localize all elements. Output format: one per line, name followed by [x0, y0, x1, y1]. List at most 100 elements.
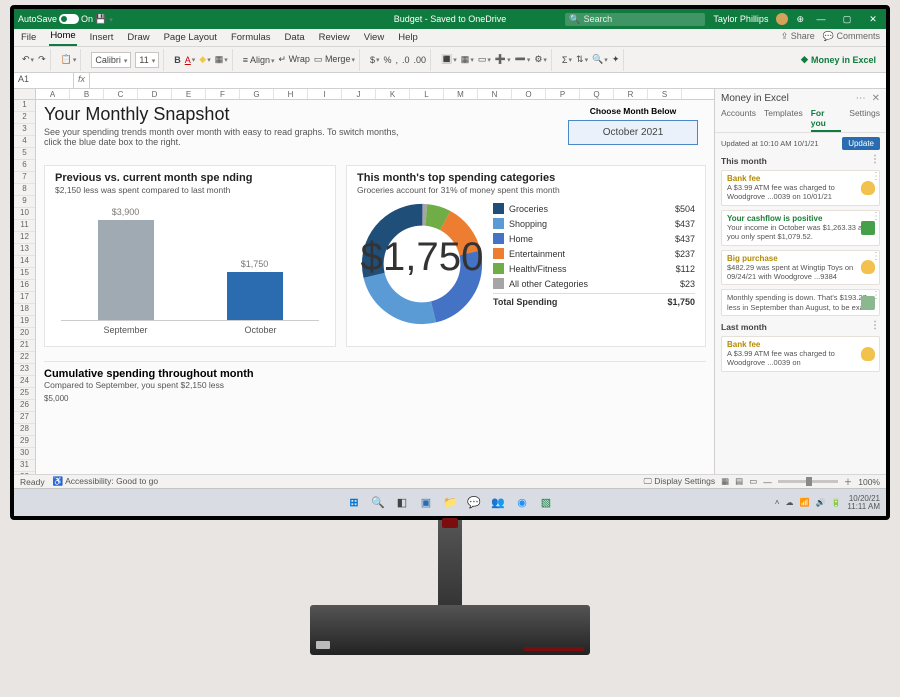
column-header[interactable]: A [36, 89, 70, 99]
column-header[interactable]: C [104, 89, 138, 99]
maximize-button[interactable]: ▢ [838, 14, 856, 25]
column-header[interactable]: F [206, 89, 240, 99]
sidepane-tab-for-you[interactable]: For you [811, 108, 842, 132]
increase-decimal[interactable]: .00 [414, 55, 427, 65]
edge-icon[interactable]: ◉ [513, 494, 531, 512]
grid-body[interactable]: 1234567891011121314151617181920212223242… [14, 100, 714, 474]
display-settings[interactable]: 🖵 Display Settings [644, 476, 716, 487]
view-pagelayout-icon[interactable]: ▤ [735, 476, 743, 487]
tab-help[interactable]: Help [397, 31, 419, 46]
notification-card[interactable]: Your cashflow is positiveYour income in … [721, 210, 880, 246]
tab-formulas[interactable]: Formulas [230, 31, 272, 46]
column-header[interactable]: D [138, 89, 172, 99]
notification-card[interactable]: Bank feeA $3.99 ATM fee was charged to W… [721, 170, 880, 206]
autosave-toggle[interactable]: AutoSave On 💾 [18, 14, 113, 25]
close-button[interactable]: ✕ [864, 14, 882, 25]
more-icon[interactable]: ⋮ [870, 156, 880, 166]
sidepane-close-icon[interactable]: ✕ [872, 93, 880, 104]
tray-volume-icon[interactable]: 🔊 [815, 498, 825, 507]
sidepane-menu-icon[interactable]: ⋯ [856, 93, 866, 104]
taskbar-search-icon[interactable]: 🔍 [369, 494, 387, 512]
tray-battery-icon[interactable]: 🔋 [831, 498, 841, 507]
redo-button[interactable]: ↷ [38, 54, 46, 65]
tab-home[interactable]: Home [49, 29, 76, 46]
font-size-select[interactable]: 11 [135, 52, 159, 68]
tab-insert[interactable]: Insert [89, 31, 115, 46]
delete-cells[interactable]: ➖ [515, 54, 531, 65]
find-select[interactable]: 🔍 [592, 54, 608, 65]
search-box[interactable]: 🔍 Search [565, 13, 705, 26]
column-header[interactable]: J [342, 89, 376, 99]
tray-wifi-icon[interactable]: 📶 [799, 498, 809, 507]
column-header[interactable]: M [444, 89, 478, 99]
tab-view[interactable]: View [363, 31, 385, 46]
align-menu[interactable]: ≡ Align [243, 55, 275, 65]
merge-button[interactable]: ▭ Merge [314, 54, 355, 65]
update-button[interactable]: Update [842, 137, 880, 150]
conditional-formatting[interactable]: 🔳 [441, 54, 457, 65]
number-format-comma[interactable]: , [396, 55, 399, 65]
chat-icon[interactable]: 💬 [465, 494, 483, 512]
name-box[interactable]: A1 [14, 73, 74, 88]
month-selected[interactable]: October 2021 [568, 120, 698, 145]
fill-color-button[interactable]: ◆ [199, 54, 210, 65]
notification-card[interactable]: Monthly spending is down. That's $193.27… [721, 289, 880, 316]
widgets-icon[interactable]: ▣ [417, 494, 435, 512]
insert-cells[interactable]: ➕ [495, 54, 511, 65]
number-format-currency[interactable]: $ [370, 55, 380, 65]
tab-review[interactable]: Review [318, 31, 351, 46]
view-pagebreak-icon[interactable]: ▭ [749, 476, 757, 487]
number-format-percent[interactable]: % [384, 55, 392, 65]
column-header[interactable]: L [410, 89, 444, 99]
column-header[interactable]: S [648, 89, 682, 99]
column-header[interactable]: R [614, 89, 648, 99]
analyze-data[interactable]: ✦ [612, 54, 620, 65]
ribbon-mode-icon[interactable]: ⊕ [796, 14, 804, 25]
comments-button[interactable]: 💬 Comments [823, 31, 880, 42]
column-header[interactable]: N [478, 89, 512, 99]
accessibility-status[interactable]: ♿ Accessibility: Good to go [53, 476, 159, 487]
column-header[interactable]: H [274, 89, 308, 99]
tray-chevron-icon[interactable]: ˄ [775, 498, 780, 507]
select-all-corner[interactable] [14, 89, 36, 99]
qat-more[interactable] [108, 14, 113, 24]
sidepane-tab-settings[interactable]: Settings [849, 108, 880, 132]
tab-file[interactable]: File [20, 31, 37, 46]
excel-icon[interactable]: ▧ [537, 494, 555, 512]
bold-button[interactable]: B [174, 55, 181, 65]
task-view-icon[interactable]: ◧ [393, 494, 411, 512]
zoom-slider[interactable] [778, 480, 838, 483]
notification-card[interactable]: Bank fee A $3.99 ATM fee was charged to … [721, 336, 880, 372]
avatar[interactable] [776, 13, 788, 25]
sort-filter[interactable]: ⇅ [576, 54, 588, 65]
decrease-decimal[interactable]: .0 [402, 55, 410, 65]
view-normal-icon[interactable]: ▦ [721, 476, 729, 487]
tray-onedrive-icon[interactable]: ☁ [785, 498, 793, 507]
column-header[interactable]: I [308, 89, 342, 99]
column-header[interactable]: Q [580, 89, 614, 99]
tab-page-layout[interactable]: Page Layout [163, 31, 218, 46]
font-color-button[interactable]: A [185, 55, 196, 65]
sidepane-tab-templates[interactable]: Templates [764, 108, 803, 132]
start-button[interactable]: ⊞ [345, 494, 363, 512]
column-header[interactable]: K [376, 89, 410, 99]
format-as-table[interactable]: ▦ [461, 54, 474, 65]
zoom-level[interactable]: 100% [858, 477, 880, 487]
tab-draw[interactable]: Draw [126, 31, 150, 46]
column-header[interactable]: B [70, 89, 104, 99]
toggle-icon[interactable] [59, 14, 79, 24]
cell-styles[interactable]: ▭ [478, 54, 491, 65]
formula-input[interactable] [90, 73, 886, 88]
borders-button[interactable]: ▦ [215, 54, 228, 65]
column-header[interactable]: G [240, 89, 274, 99]
minimize-button[interactable]: — [812, 14, 830, 24]
font-name-select[interactable]: Calibri [91, 52, 131, 68]
tab-data[interactable]: Data [284, 31, 306, 46]
column-header[interactable]: P [546, 89, 580, 99]
save-icon[interactable]: 💾 [95, 14, 106, 25]
user-name[interactable]: Taylor Phillips [713, 14, 768, 24]
share-button[interactable]: ⇪ Share [781, 31, 815, 42]
undo-button[interactable]: ↶ [22, 54, 34, 65]
format-cells[interactable]: ⚙ [534, 54, 547, 65]
explorer-icon[interactable]: 📁 [441, 494, 459, 512]
